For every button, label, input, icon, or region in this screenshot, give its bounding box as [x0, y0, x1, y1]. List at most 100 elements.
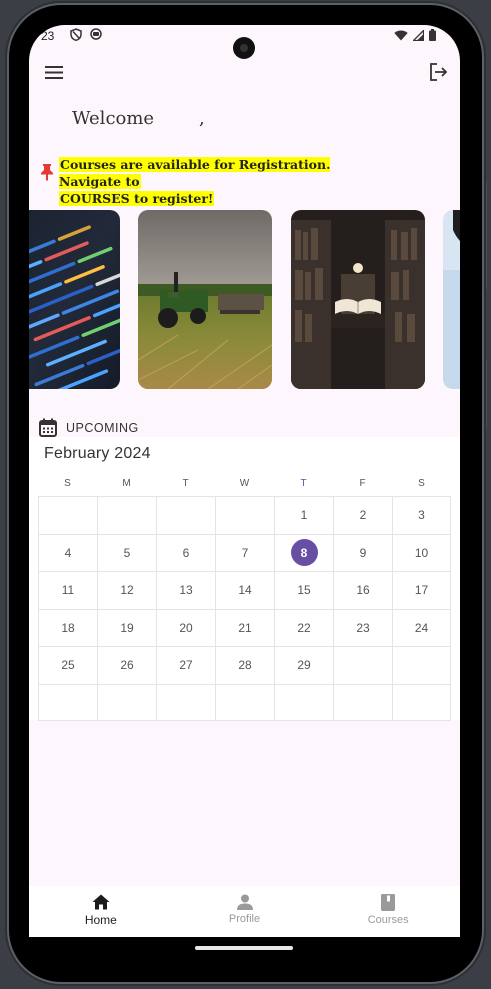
- calendar-day[interactable]: 29: [274, 646, 333, 684]
- calendar-day[interactable]: 12: [97, 571, 156, 609]
- signal-icon: [413, 29, 424, 41]
- calendar-day[interactable]: 27: [156, 646, 215, 684]
- calendar-day-number: 1: [300, 508, 308, 523]
- calendar-day-number: 11: [61, 583, 75, 598]
- notice-line-1: Courses are available for Registration. …: [59, 157, 331, 189]
- calendar-day[interactable]: 26: [97, 646, 156, 684]
- calendar-day[interactable]: 11: [38, 571, 97, 609]
- calendar-day[interactable]: 17: [392, 571, 451, 609]
- calendar-day-number: 16: [356, 583, 370, 598]
- calendar-day[interactable]: 10: [392, 533, 451, 571]
- calendar-day-number: 5: [123, 545, 131, 560]
- calendar-week-row: 11 12 13 14 15 16 17: [38, 571, 451, 609]
- calendar-day-number: 22: [297, 620, 311, 635]
- month-calendar: February 2024 SMTWTFS 1 2 3 4 5 6 7 8 9 10 11 12 13 1…: [29, 437, 460, 721]
- carousel-card-partial[interactable]: [443, 210, 460, 389]
- calendar-week-row: 4 5 6 7 8 9 10: [38, 533, 451, 571]
- battery-icon: [429, 29, 436, 41]
- weekday-label: F: [359, 478, 366, 489]
- calendar-day-number: 29: [297, 658, 311, 673]
- calendar-empty-cell: [156, 683, 215, 721]
- front-camera: [233, 37, 255, 59]
- weekday-label: S: [418, 478, 425, 489]
- welcome-name-separator: ,: [199, 108, 205, 129]
- calendar-day[interactable]: 20: [156, 608, 215, 646]
- calendar-day[interactable]: 23: [333, 608, 392, 646]
- person-icon: [236, 894, 253, 910]
- nav-courses-label: Courses: [367, 914, 409, 926]
- nav-profile[interactable]: Profile: [173, 886, 317, 937]
- partial-image: [443, 210, 460, 389]
- calendar-day[interactable]: 4: [38, 533, 97, 571]
- calendar-empty-cell: [274, 683, 333, 721]
- nav-home[interactable]: Home: [29, 886, 173, 937]
- calendar-day[interactable]: 22: [274, 608, 333, 646]
- gesture-home-bar[interactable]: [195, 946, 293, 950]
- calendar-day-number: 9: [359, 545, 367, 560]
- calendar-icon: [39, 418, 57, 437]
- calendar-day[interactable]: 9: [333, 533, 392, 571]
- calendar-day[interactable]: 1: [274, 496, 333, 534]
- calendar-day[interactable]: 25: [38, 646, 97, 684]
- calendar-empty-cell: [333, 646, 392, 684]
- calendar-week-row: 18 19 20 21 22 23 24: [38, 608, 451, 646]
- calendar-day[interactable]: 28: [215, 646, 274, 684]
- calendar-day[interactable]: 19: [97, 608, 156, 646]
- calendar-day[interactable]: 14: [215, 571, 274, 609]
- calendar-day-number: 27: [179, 658, 193, 673]
- calendar-day[interactable]: 18: [38, 608, 97, 646]
- logout-button[interactable]: [423, 57, 453, 87]
- calendar-week-row: 25 26 27 28 29: [38, 646, 451, 684]
- calendar-day-number: 15: [297, 583, 311, 598]
- calendar-day-number: 10: [414, 545, 429, 560]
- calendar-day[interactable]: 2: [333, 496, 392, 534]
- calendar-empty-cell: [156, 496, 215, 534]
- calendar-day-selected[interactable]: 8: [274, 533, 333, 571]
- weekday-label: T: [182, 478, 189, 489]
- menu-button[interactable]: [39, 57, 69, 87]
- calendar-empty-cell: [38, 496, 97, 534]
- volume-button: [482, 360, 487, 430]
- upcoming-header: UPCOMING: [39, 418, 139, 437]
- calendar-day-number: 28: [238, 658, 252, 673]
- calendar-day-number: 23: [356, 620, 370, 635]
- nav-profile-label: Profile: [228, 913, 261, 925]
- calendar-day[interactable]: 16: [333, 571, 392, 609]
- calendar-day-number: 24: [414, 620, 429, 635]
- calendar-empty-cell: [215, 683, 274, 721]
- carousel-card-tractor[interactable]: [138, 210, 272, 389]
- calendar-empty-cell: [333, 683, 392, 721]
- nav-courses[interactable]: Courses: [316, 886, 460, 937]
- calendar-week-row: 1 2 3: [38, 496, 451, 534]
- calendar-day-number: 26: [120, 658, 134, 673]
- carousel-card-code[interactable]: [29, 210, 120, 389]
- tractor-field-image: [138, 210, 272, 389]
- calendar-empty-cell: [392, 646, 451, 684]
- book-icon: [381, 894, 396, 911]
- bottom-navigation: Home Profile Courses: [29, 886, 460, 937]
- shield-icon: [70, 28, 82, 41]
- home-icon: [92, 894, 110, 910]
- calendar-day-number: 20: [179, 620, 193, 635]
- calendar-empty-cell: [97, 683, 156, 721]
- calendar-day-number: 18: [61, 620, 75, 635]
- calendar-day[interactable]: 7: [215, 533, 274, 571]
- calendar-day[interactable]: 6: [156, 533, 215, 571]
- weekday-label: S: [64, 478, 71, 489]
- weekday-header: SMTWTFS: [38, 478, 451, 489]
- calendar-empty-cell: [392, 683, 451, 721]
- calendar-day[interactable]: 5: [97, 533, 156, 571]
- calendar-day[interactable]: 13: [156, 571, 215, 609]
- calendar-day[interactable]: 3: [392, 496, 451, 534]
- carousel-card-library[interactable]: [291, 210, 425, 389]
- calendar-month-title: February 2024: [44, 445, 151, 462]
- code-screen-image: [29, 210, 120, 389]
- calendar-empty-cell: [97, 496, 156, 534]
- power-button: [482, 180, 487, 290]
- logout-icon: [429, 63, 447, 81]
- calendar-day[interactable]: 15: [274, 571, 333, 609]
- calendar-day[interactable]: 21: [215, 608, 274, 646]
- calendar-day[interactable]: 24: [392, 608, 451, 646]
- calendar-empty-cell: [215, 496, 274, 534]
- calendar-day-number: 17: [414, 583, 429, 598]
